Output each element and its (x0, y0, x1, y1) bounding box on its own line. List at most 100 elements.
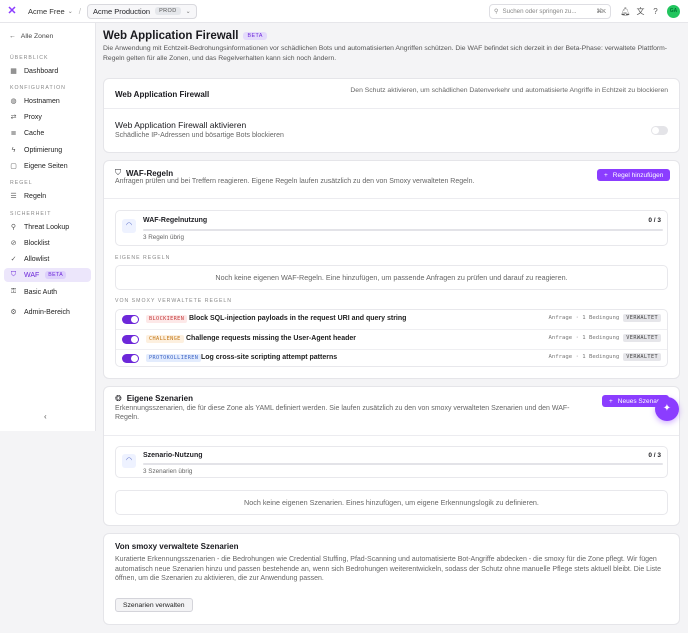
managed-badge: VERWALTET (623, 314, 661, 322)
section-config: KONFIGURATION (10, 85, 66, 91)
gauge-icon: ◠ (122, 219, 136, 233)
rule-title[interactable]: Log cross-site scripting attempt pattern… (201, 354, 337, 361)
section-security: SICHERHEIT (10, 211, 52, 217)
waf-card: Web Application Firewall Den Schutz akti… (103, 78, 680, 153)
waf-rules-title: WAF-Regeln (126, 168, 174, 178)
rule-usage-panel: ◠ WAF-Regelnutzung 0 / 3 3 Regeln übrig (115, 210, 668, 246)
zone-name: Acme Production (92, 6, 151, 16)
scenario-usage-bar (143, 463, 663, 465)
waf-card-subtitle: Den Schutz aktivieren, um schädlichen Da… (350, 87, 668, 94)
ban-icon: ⊘ (10, 240, 17, 247)
brain-icon: ❂ (115, 394, 122, 403)
rule-meta-text: Anfrage · 1 Bedingung (548, 335, 620, 341)
new-scenario-label: Neues Szenar (617, 397, 659, 405)
grid-icon: ▦ (10, 68, 17, 75)
managed-scenarios-card: Von smoxy verwaltete Szenarien Kuratiert… (103, 533, 680, 625)
scenario-usage-title: Szenario-Nutzung (143, 452, 203, 459)
sidebar-item-cache[interactable]: ≣ Cache (4, 126, 91, 140)
zone-badge: PROD (155, 7, 181, 15)
bolt-icon: ϟ (11, 146, 16, 154)
sidebar-item-label: Basic Auth (24, 288, 58, 296)
file-icon: ▢ (10, 163, 17, 170)
sidebar-item-label: Dashboard (24, 67, 59, 75)
org-name: Acme Free (28, 6, 65, 16)
scenarios-title: Eigene Szenarien (126, 394, 193, 403)
divider (104, 108, 679, 109)
beta-badge: BETA (45, 271, 67, 279)
rule-meta-text: Anfrage · 1 Bedingung (548, 354, 620, 360)
rule-meta-text: Anfrage · 1 Bedingung (548, 315, 620, 321)
lock-icon: ⚿ (10, 288, 17, 295)
chevron-down-icon: ⌄ (67, 8, 73, 15)
rule-usage-remaining: 3 Regeln übrig (143, 234, 184, 241)
sidebar-item-label: Proxy (24, 113, 42, 121)
sidebar-item-pages[interactable]: ▢ Eigene Seiten (4, 159, 91, 173)
sparkle-assistant-button[interactable]: ✦ (655, 397, 679, 421)
sidebar-item-hostnames[interactable]: ◍ Hostnamen (4, 94, 91, 108)
sidebar-item-blocklist[interactable]: ⊘ Blocklist (4, 236, 91, 250)
collapse-sidebar-icon[interactable]: ‹ (44, 412, 47, 421)
shield-icon: ⛉ (10, 271, 17, 278)
sidebar-item-label: Admin-Bereich (24, 308, 70, 316)
avatar[interactable]: GA (667, 5, 680, 18)
translate-icon[interactable]: 文 (635, 6, 646, 17)
sidebar-item-label: Optimierung (24, 146, 63, 154)
plus-icon: + (604, 171, 608, 179)
waf-toggle-title: Web Application Firewall aktivieren (115, 120, 247, 130)
sidebar: ← Alle Zonen ÜBERBLICK ▦ Dashboard KONFIG… (0, 23, 96, 431)
table-row: BLOCKIEREN Block SQL-injection payloads … (116, 310, 667, 329)
rule-meta: Anfrage · 1 Bedingung VERWALTET (548, 334, 661, 342)
own-rules-label: EIGENE REGELN (115, 255, 171, 261)
sidebar-item-label: Regeln (24, 192, 47, 200)
managed-badge: VERWALTET (623, 353, 661, 361)
scenario-usage-remaining: 3 Szenarien übrig (143, 468, 193, 475)
org-switcher[interactable]: Acme Free ⌄ (28, 7, 73, 16)
sidebar-item-allowlist[interactable]: ✓ Allowlist (4, 252, 91, 266)
add-rule-button[interactable]: + Regel hinzufügen (597, 169, 671, 181)
rule-meta: Anfrage · 1 Bedingung VERWALTET (548, 314, 661, 322)
waf-enable-toggle[interactable] (651, 126, 668, 135)
sidebar-item-optimization[interactable]: ϟ Optimierung (4, 143, 91, 157)
rule-toggle[interactable] (122, 335, 139, 344)
manage-scenarios-button[interactable]: Szenarien verwalten (115, 598, 193, 612)
rule-title[interactable]: Block SQL-injection payloads in the requ… (189, 315, 406, 322)
search-placeholder: Suchen oder springen zu... (502, 8, 577, 15)
sidebar-item-admin[interactable]: ⚙ Admin-Bereich (4, 305, 91, 319)
rule-toggle[interactable] (122, 315, 139, 324)
back-label: Alle Zonen (20, 33, 54, 40)
rule-title[interactable]: Challenge requests missing the User-Agen… (186, 335, 356, 342)
search-input[interactable]: ⚲ Suchen oder springen zu... ⌘K (489, 4, 611, 19)
zone-switcher[interactable]: Acme Production PROD ⌄ (86, 3, 197, 19)
scenarios-empty: Noch keine eigenen Szenarien. Eines hinz… (115, 490, 668, 515)
sidebar-item-threat-lookup[interactable]: ⚲ Threat Lookup (4, 220, 91, 234)
table-row: CHALLENGE Challenge requests missing the… (116, 330, 667, 349)
divider (104, 198, 679, 199)
help-icon[interactable]: ? (650, 6, 661, 17)
globe-icon: ◍ (10, 98, 17, 105)
shuffle-icon: ⇄ (10, 114, 17, 121)
managed-scenarios-desc: Kuratierte Erkennungsszenarien - die Bed… (115, 556, 661, 582)
logo-icon[interactable]: ✕ (6, 5, 18, 17)
sidebar-item-label: WAF (24, 271, 40, 279)
rule-toggle[interactable] (122, 354, 139, 363)
scenario-usage-count: 0 / 3 (648, 452, 661, 459)
check-circle-icon: ✓ (10, 256, 17, 263)
sidebar-item-waf[interactable]: ⛉ WAF BETA (4, 268, 91, 282)
waf-toggle-desc: Schädliche IP-Adressen und bösartige Bot… (115, 132, 284, 139)
sidebar-item-proxy[interactable]: ⇄ Proxy (4, 110, 91, 124)
sidebar-item-label: Threat Lookup (24, 223, 70, 231)
action-tag: PROTOKOLLIEREN (146, 354, 202, 362)
back-to-zones-link[interactable]: ← Alle Zonen (9, 33, 53, 40)
bell-icon[interactable]: 🔔︎ (620, 6, 631, 17)
search-shortcut: ⌘K (596, 8, 606, 15)
own-rules-empty-text: Noch keine eigenen WAF-Regeln. Eine hinz… (215, 273, 568, 282)
gear-icon: ⚙ (10, 309, 17, 316)
sidebar-item-basic-auth[interactable]: ⚿ Basic Auth (4, 285, 91, 299)
chevron-down-icon: ⌄ (185, 8, 191, 15)
sidebar-item-dashboard[interactable]: ▦ Dashboard (4, 64, 91, 78)
page-intro: Die Anwendung mit Echtzeit-Bedrohungsinf… (103, 45, 668, 62)
scenarios-desc: Erkennungsszenarien, die für diese Zone … (115, 405, 570, 421)
waf-rules-card: ⛉ WAF-Regeln Anfragen prüfen und bei Tre… (103, 160, 680, 379)
search-icon: ⚲ (10, 224, 17, 231)
sidebar-item-rules[interactable]: ☰ Regeln (4, 189, 91, 203)
